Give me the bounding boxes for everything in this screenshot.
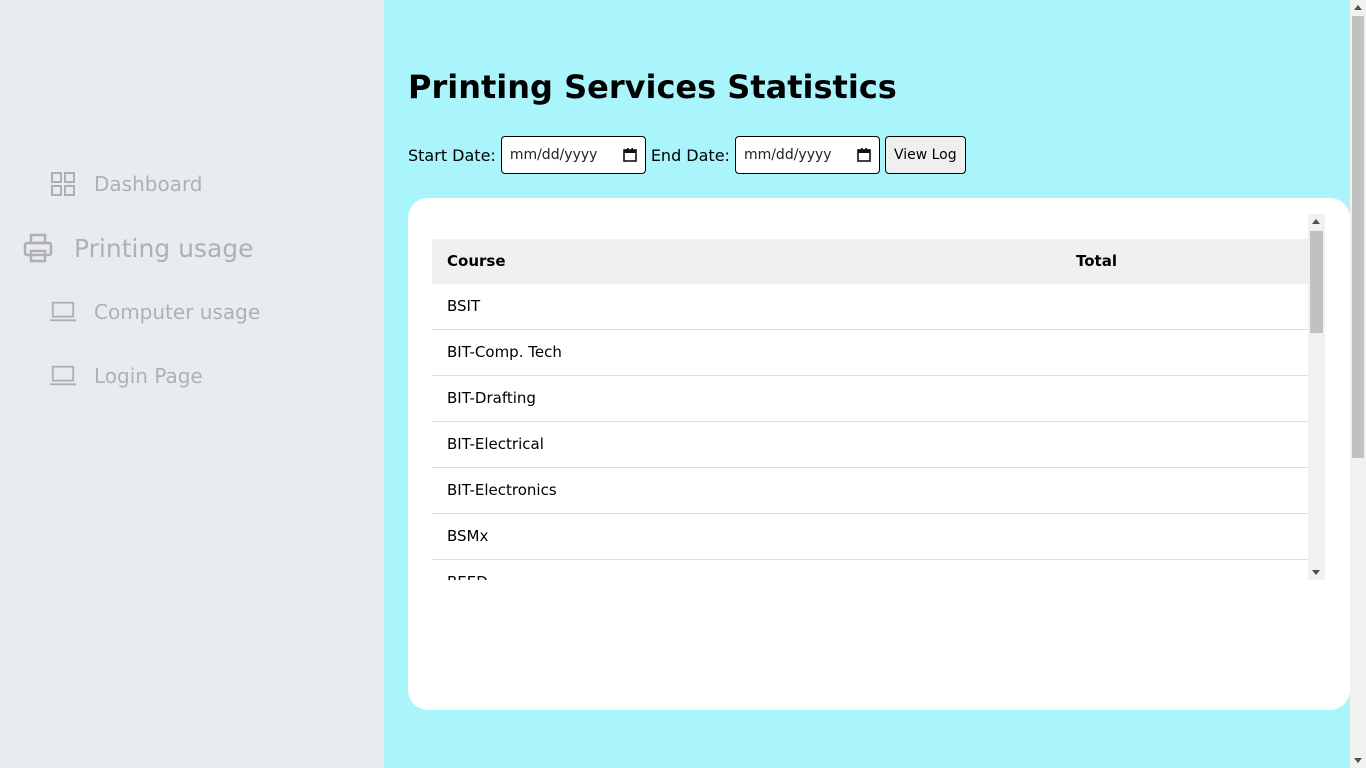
- table-header: Course Total: [432, 239, 1308, 284]
- main-content: Printing Services Statistics Start Date:…: [384, 0, 1350, 768]
- page-title: Printing Services Statistics: [408, 68, 897, 106]
- stats-table: Course Total BSIT BIT-Comp. Tech BIT-Dra…: [432, 214, 1325, 580]
- start-date-placeholder: mm/dd/yyyy: [509, 147, 598, 163]
- table-row: BIT-Electrical: [432, 422, 1308, 468]
- table-row: BIT-Drafting: [432, 376, 1308, 422]
- calendar-icon[interactable]: [623, 148, 637, 162]
- sidebar: Dashboard Printing usage Computer usage: [0, 0, 384, 768]
- table-scrollbar[interactable]: [1308, 214, 1325, 580]
- grid-icon: [50, 171, 76, 197]
- table-row: BIT-Comp. Tech: [432, 330, 1308, 376]
- sidebar-item-label: Computer usage: [94, 300, 261, 324]
- course-cell: BSMx: [447, 527, 489, 545]
- stats-card: Course Total BSIT BIT-Comp. Tech BIT-Dra…: [408, 198, 1350, 710]
- laptop-icon: [50, 363, 76, 389]
- scroll-down-arrow-icon[interactable]: [1354, 758, 1362, 763]
- sidebar-item-computer-usage[interactable]: Computer usage: [50, 296, 260, 328]
- start-date-input[interactable]: mm/dd/yyyy: [500, 136, 646, 174]
- scroll-down-arrow-icon[interactable]: [1312, 570, 1320, 575]
- table-row: BEED: [432, 560, 1308, 580]
- course-cell: BSIT: [447, 297, 481, 315]
- course-cell: BIT-Electrical: [447, 435, 544, 453]
- table-row: BSIT: [432, 284, 1308, 330]
- table-row: BSMx: [432, 514, 1308, 560]
- start-date-label: Start Date:: [408, 145, 496, 165]
- printer-icon: [22, 232, 54, 264]
- view-log-button[interactable]: View Log: [884, 136, 966, 174]
- course-cell: BEED: [447, 560, 488, 580]
- end-date-label: End Date:: [650, 145, 730, 165]
- sidebar-item-label: Printing usage: [74, 233, 254, 263]
- sidebar-item-printing-usage[interactable]: Printing usage: [22, 228, 254, 268]
- sidebar-item-label: Login Page: [94, 364, 203, 388]
- course-cell: BIT-Electronics: [447, 481, 557, 499]
- table-scrollbar-thumb[interactable]: [1310, 231, 1323, 333]
- date-filter: Start Date: mm/dd/yyyy End Date: mm/dd/y…: [408, 136, 966, 174]
- end-date-input[interactable]: mm/dd/yyyy: [734, 136, 880, 174]
- table-body: BSIT BIT-Comp. Tech BIT-Drafting BIT-Ele…: [432, 284, 1308, 580]
- course-cell: BIT-Drafting: [447, 389, 536, 407]
- page-scrollbar[interactable]: [1350, 0, 1366, 768]
- table-row: BIT-Electronics: [432, 468, 1308, 514]
- laptop-icon: [50, 299, 76, 325]
- course-cell: BIT-Comp. Tech: [447, 343, 562, 361]
- calendar-icon[interactable]: [857, 148, 871, 162]
- sidebar-item-dashboard[interactable]: Dashboard: [50, 168, 203, 200]
- page-scrollbar-thumb[interactable]: [1352, 16, 1364, 458]
- sidebar-item-login-page[interactable]: Login Page: [50, 360, 203, 392]
- column-header-total: Total: [1076, 252, 1117, 270]
- column-header-course: Course: [447, 252, 506, 270]
- sidebar-item-label: Dashboard: [94, 172, 203, 196]
- end-date-placeholder: mm/dd/yyyy: [743, 147, 832, 163]
- scroll-up-arrow-icon[interactable]: [1354, 5, 1362, 10]
- scroll-up-arrow-icon[interactable]: [1312, 219, 1320, 224]
